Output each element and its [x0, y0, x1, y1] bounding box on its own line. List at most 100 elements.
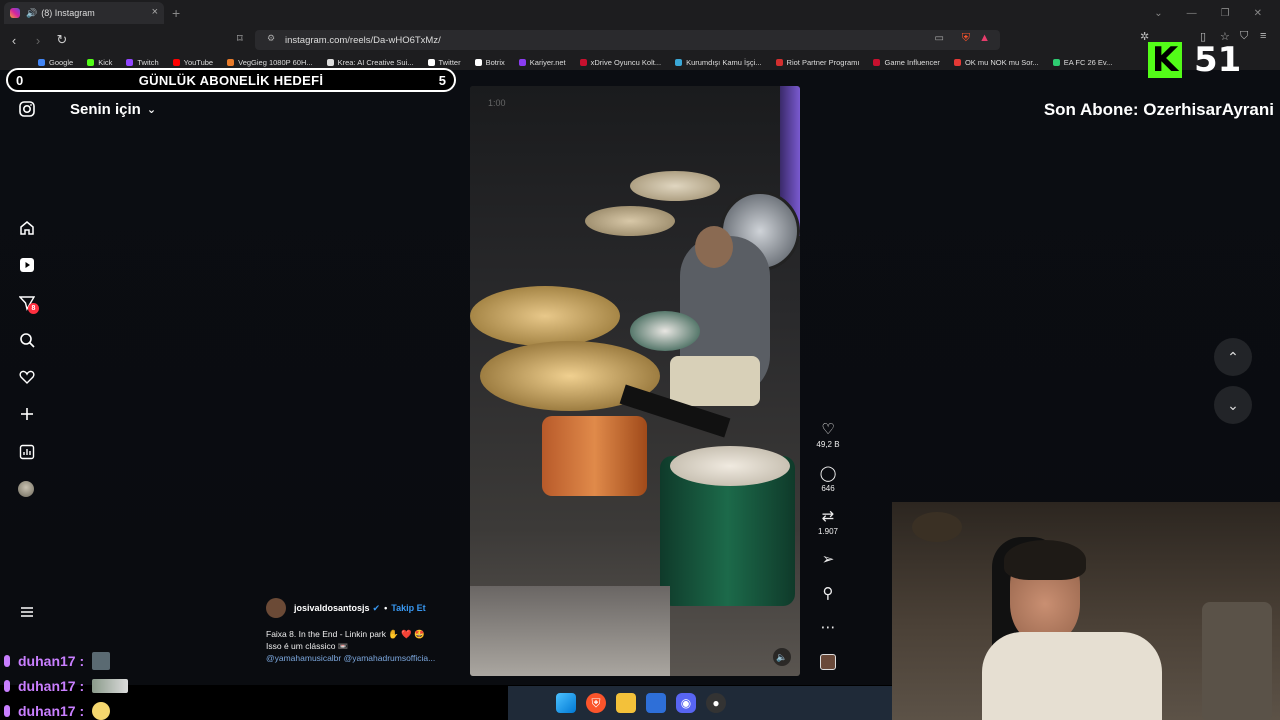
chat-message: duhan17 : — [4, 648, 128, 673]
follow-button[interactable]: Takip Et — [391, 603, 425, 613]
brave-browser-icon[interactable]: ⛨ — [586, 693, 606, 713]
separator-dot: • — [384, 603, 388, 613]
mic-icon — [4, 704, 10, 717]
bookmark-item[interactable]: Game Influencer — [873, 57, 940, 67]
bookmark-item[interactable]: VegGieg 1080P 60H... — [227, 58, 313, 67]
search-icon[interactable] — [18, 332, 36, 350]
bookmark-item[interactable]: Botrix — [474, 57, 505, 67]
bookmark-label: Twitter — [438, 57, 461, 67]
bookmark-item[interactable]: Kariyer.net — [518, 57, 566, 67]
home-icon[interactable] — [18, 220, 36, 238]
brave-rewards-icon[interactable]: ▲ — [979, 32, 990, 44]
create-icon[interactable] — [18, 406, 36, 424]
bookmark-label: Twitch — [137, 57, 159, 67]
save-button[interactable]: ⚲ — [812, 584, 844, 604]
bookmark-favicon-icon — [474, 58, 482, 66]
cast-icon[interactable]: ▭ — [935, 33, 944, 44]
bookmark-item[interactable]: Twitter — [427, 57, 461, 67]
bookmark-item[interactable]: Riot Partner Programı — [775, 57, 860, 67]
reel-caption[interactable]: Faixa 8. In the End - Linkin park ✋ ❤️ 🤩… — [266, 628, 466, 664]
share-icon: ➢ — [821, 551, 835, 568]
emote-image — [92, 651, 111, 670]
more-menu-icon[interactable] — [18, 604, 36, 622]
bookmark-page-icon[interactable]: ⌑ — [237, 32, 243, 45]
next-reel-button[interactable]: ⌄ — [1214, 386, 1252, 424]
comment-button[interactable]: ◯ 646 — [812, 464, 844, 493]
brave-shield-icon[interactable]: ⛨ — [962, 32, 970, 45]
file-explorer-icon[interactable] — [616, 693, 636, 713]
bookmark-label: OK mu NOK mu Sor... — [964, 57, 1039, 67]
back-button[interactable]: ‹ — [4, 33, 24, 48]
instagram-favicon-icon — [10, 8, 20, 18]
bookmark-item[interactable]: Kurumdışı Kamu İşçi... — [675, 57, 762, 67]
caption-line-2: Isso é um clássico 📼 — [266, 641, 349, 651]
caption-tags[interactable]: @yamahamusicalbr @yamahadrumsofficia... — [266, 652, 466, 664]
discord-icon[interactable]: ◉ — [676, 693, 696, 713]
reel-video[interactable]: 1:00 🔈 — [470, 86, 800, 676]
close-tab-icon[interactable]: × — [152, 6, 158, 18]
tab-list-chevron-icon[interactable]: ⌄ — [1154, 8, 1162, 19]
bookmark-item[interactable]: OK mu NOK mu Sor... — [953, 57, 1039, 67]
bookmark-item[interactable]: Google — [38, 58, 73, 67]
reels-icon[interactable] — [18, 257, 36, 275]
bookmark-icon: ⚲ — [822, 585, 834, 602]
bookmark-favicon-icon — [427, 58, 435, 66]
menu-icon[interactable]: ≡ — [1260, 30, 1266, 42]
bookmark-label: Botrix — [485, 57, 505, 67]
chevron-down-icon: ⌄ — [146, 104, 157, 116]
address-bar[interactable]: ⌑ ⚙ instagram.com/reels/Da-wHO6TxMz/ ▭ ⛨… — [237, 30, 1000, 50]
close-window-button[interactable]: ✕ — [1254, 8, 1262, 19]
speaker-icon[interactable]: 🔊 — [26, 8, 37, 19]
feed-selector[interactable]: Senin için ⌄ — [70, 101, 156, 118]
previous-reel-button[interactable]: ⌃ — [1214, 338, 1252, 376]
feed-label: Senin için — [70, 101, 141, 118]
tab-title: (8) Instagram — [41, 8, 95, 18]
reload-button[interactable]: ↻ — [52, 32, 72, 48]
browser-nav-bar: ‹ › ↻ ⌑ ⚙ instagram.com/reels/Da-wHO6TxM… — [0, 26, 1280, 54]
bookmark-label: YouTube — [183, 57, 214, 67]
insights-icon[interactable] — [18, 444, 36, 462]
forward-button[interactable]: › — [28, 33, 48, 48]
bookmark-label: Google — [49, 57, 74, 67]
bookmark-item[interactable]: Krea: AI Creative Sui... — [326, 57, 414, 67]
bookmark-label: Game Influencer — [884, 57, 940, 67]
caption-line-1: Faixa 8. In the End - Linkin park ✋ ❤️ 🤩 — [266, 629, 425, 639]
obs-icon[interactable]: ● — [706, 693, 726, 713]
kick-logo-icon: K — [1148, 42, 1182, 78]
instagram-logo-icon[interactable] — [18, 101, 36, 119]
audio-thumbnail[interactable] — [812, 654, 844, 672]
windows-taskbar: ⛨ ◉ ● — [508, 686, 892, 720]
bookmark-item[interactable]: EA FC 26 Ev... — [1052, 58, 1112, 67]
repost-button[interactable]: ⇄ 1.907 — [812, 507, 844, 536]
windows-start-icon[interactable] — [556, 693, 576, 713]
maximize-button[interactable]: ❐ — [1221, 8, 1230, 19]
heart-icon[interactable] — [18, 369, 36, 387]
bookmark-item[interactable]: YouTube — [172, 57, 214, 67]
bookmark-item[interactable]: Twitch — [126, 57, 159, 67]
emote-image — [92, 701, 111, 720]
app-icon[interactable] — [646, 693, 666, 713]
kick-count: 51 — [1194, 40, 1242, 80]
bookmark-item[interactable]: Kick — [87, 58, 112, 67]
bookmark-label: Krea: AI Creative Sui... — [337, 57, 414, 67]
site-info-icon[interactable]: ⚙ — [267, 33, 275, 44]
cymbal-graphic — [630, 171, 720, 201]
bookmark-favicon-icon — [953, 58, 961, 66]
author-username[interactable]: josivaldosantosjs — [294, 603, 370, 613]
chat-user: duhan17 : — [18, 652, 85, 669]
stream-chat: duhan17 : duhan17 : duhan17 : — [4, 648, 129, 720]
minimize-button[interactable]: — — [1187, 8, 1197, 19]
author-avatar[interactable] — [266, 598, 286, 618]
mute-icon[interactable]: 🔈 — [773, 648, 791, 666]
bookmark-item[interactable]: xDrive Oyuncu Kolt... — [579, 58, 661, 67]
new-tab-button[interactable]: + — [172, 5, 180, 21]
more-options-button[interactable]: ⋯ — [812, 618, 844, 638]
comment-count: 646 — [821, 484, 835, 493]
bookmark-label: Kariyer.net — [529, 57, 566, 67]
share-button[interactable]: ➢ — [812, 550, 844, 570]
browser-tab[interactable]: 🔊 (8) Instagram × — [4, 2, 164, 24]
profile-avatar-icon[interactable] — [18, 481, 36, 499]
bookmark-label: Kurumdışı Kamu İşçi... — [686, 57, 762, 67]
like-button[interactable]: ♡ 49,2 B — [812, 420, 844, 449]
bookmark-label: Riot Partner Programı — [786, 57, 860, 67]
